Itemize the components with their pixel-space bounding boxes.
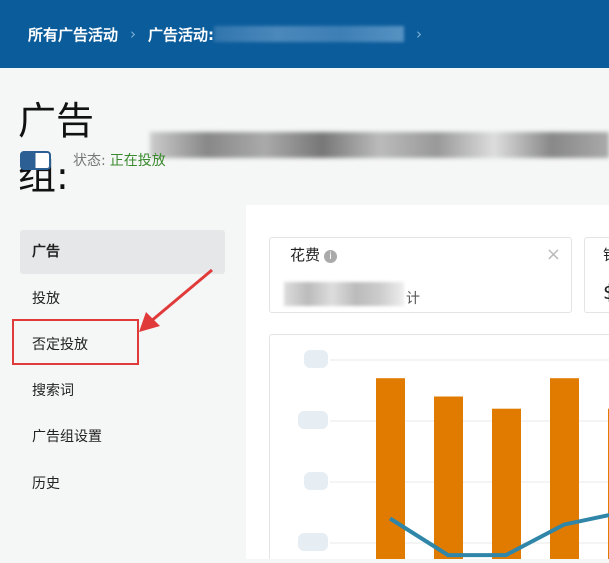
bar	[492, 408, 521, 559]
bar	[434, 396, 463, 559]
chart-card	[269, 334, 609, 559]
metric-value-suffix: 计	[406, 291, 420, 307]
metric-label: 花费	[290, 246, 321, 264]
redacted-axis-label	[298, 533, 328, 551]
metric-card-sales[interactable]: 销 $	[584, 237, 609, 313]
bar	[376, 378, 405, 559]
info-icon[interactable]: i	[324, 250, 338, 263]
close-icon[interactable]: ×	[546, 244, 561, 265]
redacted-axis-label	[298, 411, 328, 429]
metric-label: 销	[603, 244, 609, 265]
metric-value: $	[603, 280, 609, 304]
redacted-value	[284, 282, 404, 306]
metric-card-spend[interactable]: 花费 i × 计	[269, 237, 572, 313]
redacted-axis-label	[304, 472, 328, 490]
redacted-axis-label	[304, 350, 328, 368]
performance-chart	[298, 350, 609, 559]
